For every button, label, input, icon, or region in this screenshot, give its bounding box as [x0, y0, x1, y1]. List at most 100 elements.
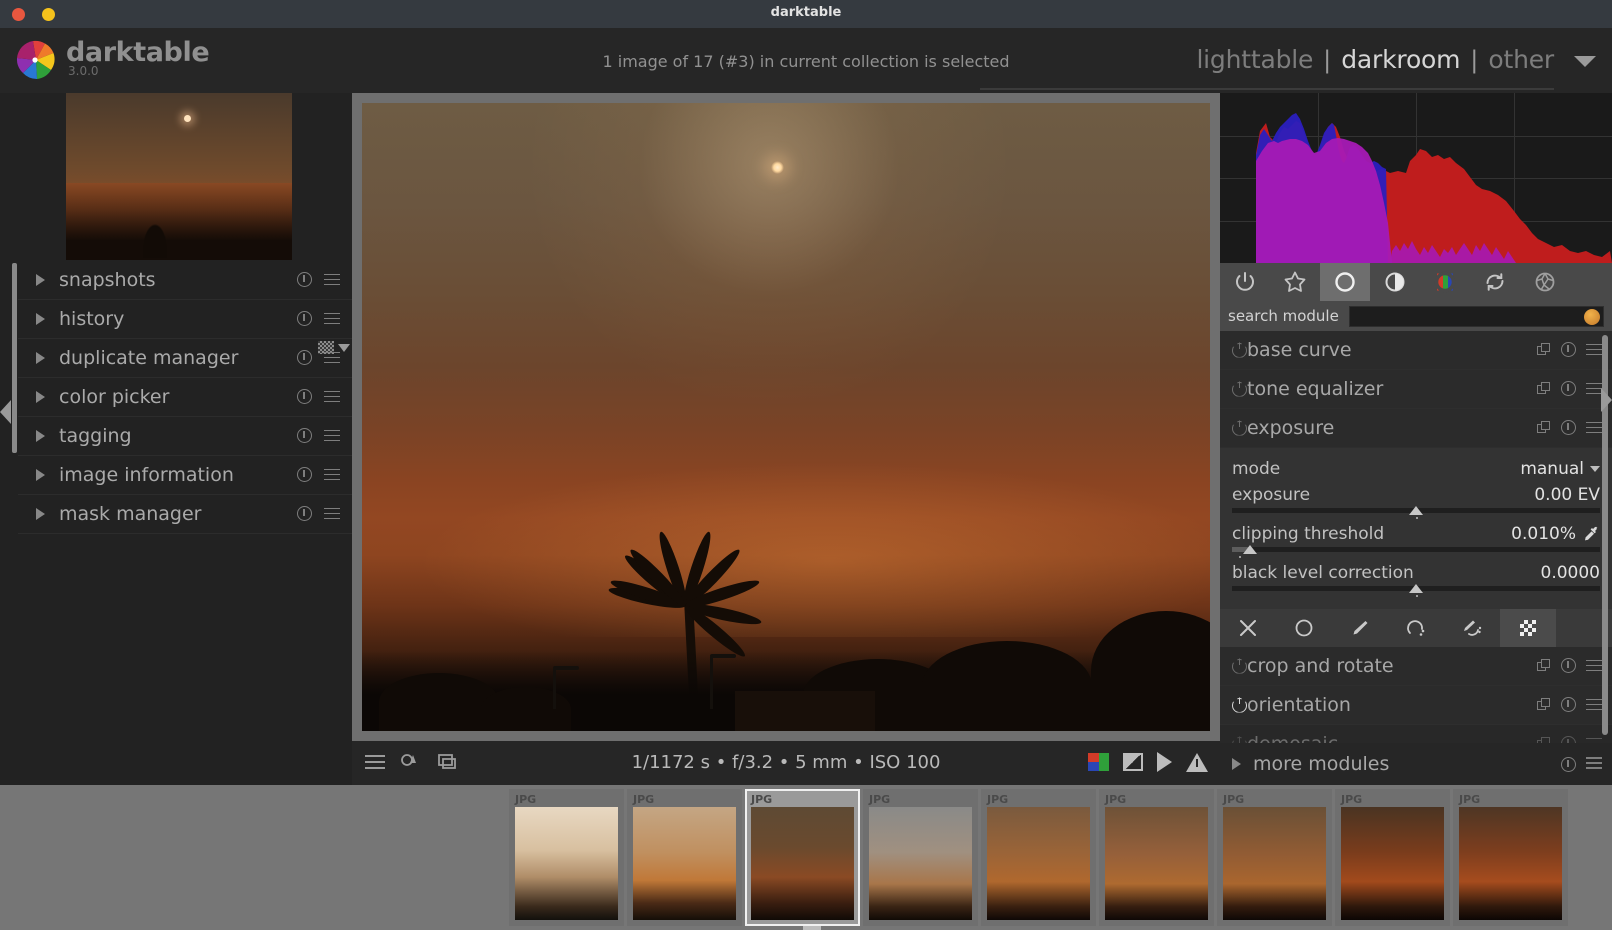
module-base-curve[interactable]: base curve	[1220, 331, 1612, 370]
mode-value[interactable]: manual	[1520, 459, 1600, 479]
overexposed-warning-icon[interactable]	[1186, 752, 1208, 772]
filmstrip-thumbnail[interactable]: JPG	[981, 789, 1096, 926]
blend-off-button[interactable]	[1220, 609, 1276, 647]
expand-arrow-icon[interactable]	[36, 274, 45, 286]
presets-menu-icon[interactable]	[324, 429, 340, 442]
multiple-instance-icon[interactable]	[1537, 420, 1551, 435]
reset-icon[interactable]	[1561, 757, 1576, 772]
power-icon[interactable]	[1232, 381, 1247, 397]
reset-icon[interactable]	[297, 311, 312, 326]
multiple-instance-icon[interactable]	[1537, 342, 1551, 357]
edited-image[interactable]	[362, 103, 1210, 731]
left-module-snapshots[interactable]: snapshots	[18, 261, 352, 300]
reset-icon[interactable]	[1561, 342, 1576, 357]
group-favorites[interactable]	[1270, 263, 1320, 301]
expand-arrow-icon[interactable]	[36, 391, 45, 403]
clipping-threshold-slider[interactable]	[1232, 545, 1600, 558]
blend-drawn-mask-button[interactable]	[1332, 609, 1388, 647]
left-panel-collapse-arrow-icon[interactable]	[0, 400, 11, 424]
filmstrip-thumbnail-selected[interactable]: JPG	[745, 789, 860, 926]
presets-menu-icon[interactable]	[324, 312, 340, 325]
gamut-check-icon[interactable]	[1123, 753, 1143, 771]
filmstrip-thumbnail[interactable]: JPG	[1335, 789, 1450, 926]
expand-arrow-icon[interactable]	[1232, 758, 1241, 770]
left-module-history[interactable]: history	[18, 300, 352, 339]
chevron-down-icon[interactable]	[1590, 466, 1600, 472]
reset-icon[interactable]	[297, 272, 312, 287]
power-icon[interactable]	[1232, 658, 1247, 674]
reset-icon[interactable]	[297, 350, 312, 365]
presets-menu-icon[interactable]	[324, 468, 340, 481]
group-correction[interactable]	[1470, 263, 1520, 301]
view-other[interactable]: other	[1488, 45, 1554, 74]
presets-menu-icon[interactable]	[1586, 421, 1602, 434]
expand-arrow-icon[interactable]	[36, 313, 45, 325]
filmstrip-thumbnail[interactable]: JPG	[863, 789, 978, 926]
color-picker-icon[interactable]	[1582, 525, 1600, 543]
exposure-slider[interactable]	[1232, 506, 1600, 519]
expand-arrow-icon[interactable]	[36, 430, 45, 442]
module-tone-equalizer[interactable]: tone equalizer	[1220, 370, 1612, 409]
presets-menu-icon[interactable]	[324, 507, 340, 520]
softproof-icon[interactable]	[1157, 752, 1172, 772]
group-active-modules[interactable]	[1220, 263, 1270, 301]
black-level-slider[interactable]	[1232, 584, 1600, 597]
group-tone[interactable]	[1320, 263, 1370, 301]
presets-menu-icon[interactable]	[324, 351, 340, 364]
module-orientation[interactable]: orientation	[1220, 686, 1612, 725]
filmstrip-thumbnail[interactable]: JPG	[1217, 789, 1332, 926]
filmstrip-thumbnail[interactable]: JPG	[1453, 789, 1568, 926]
reset-icon[interactable]	[297, 389, 312, 404]
right-panel-collapse-arrow-icon[interactable]	[1601, 388, 1612, 412]
presets-menu-icon[interactable]	[324, 390, 340, 403]
blend-raster-mask-button[interactable]	[1500, 609, 1556, 647]
left-module-duplicate-manager[interactable]: duplicate manager	[18, 339, 352, 378]
multiple-instance-icon[interactable]	[1537, 658, 1551, 673]
reset-icon[interactable]	[1561, 420, 1576, 435]
power-icon[interactable]	[1232, 342, 1247, 358]
expand-arrow-icon[interactable]	[36, 352, 45, 364]
presets-menu-icon[interactable]	[1586, 659, 1602, 672]
more-modules-row[interactable]: more modules	[1220, 743, 1612, 785]
group-effects[interactable]	[1520, 263, 1570, 301]
navigation-preview[interactable]	[66, 93, 292, 260]
power-icon[interactable]	[1232, 420, 1247, 436]
group-grading[interactable]	[1370, 263, 1420, 301]
left-module-image-information[interactable]: image information	[18, 456, 352, 495]
multiple-instance-icon[interactable]	[1537, 381, 1551, 396]
left-module-mask-manager[interactable]: mask manager	[18, 495, 352, 534]
view-lighttable[interactable]: lighttable	[1196, 45, 1313, 74]
reset-icon[interactable]	[1561, 697, 1576, 712]
power-icon[interactable]	[1232, 697, 1247, 713]
presets-menu-icon[interactable]	[1586, 343, 1602, 356]
presets-menu-icon[interactable]	[1586, 757, 1602, 769]
presets-menu-icon[interactable]	[1586, 382, 1602, 395]
view-dropdown-caret-icon[interactable]	[1574, 56, 1596, 67]
search-module-input[interactable]	[1348, 305, 1604, 327]
blend-drawn-parametric-button[interactable]	[1444, 609, 1500, 647]
module-exposure[interactable]: exposure	[1220, 409, 1612, 448]
left-panel-scrollbar[interactable]	[12, 263, 17, 453]
reset-icon[interactable]	[297, 506, 312, 521]
filmstrip-thumbnail[interactable]: JPG	[509, 789, 624, 926]
expand-arrow-icon[interactable]	[36, 508, 45, 520]
filmstrip-thumbnail[interactable]: JPG	[627, 789, 742, 926]
blend-parametric-mask-button[interactable]	[1388, 609, 1444, 647]
histogram[interactable]	[1220, 93, 1612, 263]
search-clear-icon[interactable]	[1584, 308, 1600, 325]
group-color[interactable]	[1420, 263, 1470, 301]
multiple-instance-icon[interactable]	[1537, 697, 1551, 712]
left-module-tagging[interactable]: tagging	[18, 417, 352, 456]
reset-icon[interactable]	[297, 428, 312, 443]
expand-arrow-icon[interactable]	[36, 469, 45, 481]
reset-icon[interactable]	[297, 467, 312, 482]
blend-uniformly-button[interactable]	[1276, 609, 1332, 647]
filmstrip[interactable]: JPG JPG JPG JPG JPG JPG JPG JPG JPG	[0, 785, 1612, 930]
reset-icon[interactable]	[1561, 658, 1576, 673]
exposure-mode-row[interactable]: mode manual	[1232, 456, 1600, 482]
raw-overexposed-icon[interactable]	[1088, 753, 1109, 771]
presets-menu-icon[interactable]	[1586, 698, 1602, 711]
module-crop-and-rotate[interactable]: crop and rotate	[1220, 647, 1612, 686]
left-module-color-picker[interactable]: color picker	[18, 378, 352, 417]
reset-icon[interactable]	[1561, 381, 1576, 396]
